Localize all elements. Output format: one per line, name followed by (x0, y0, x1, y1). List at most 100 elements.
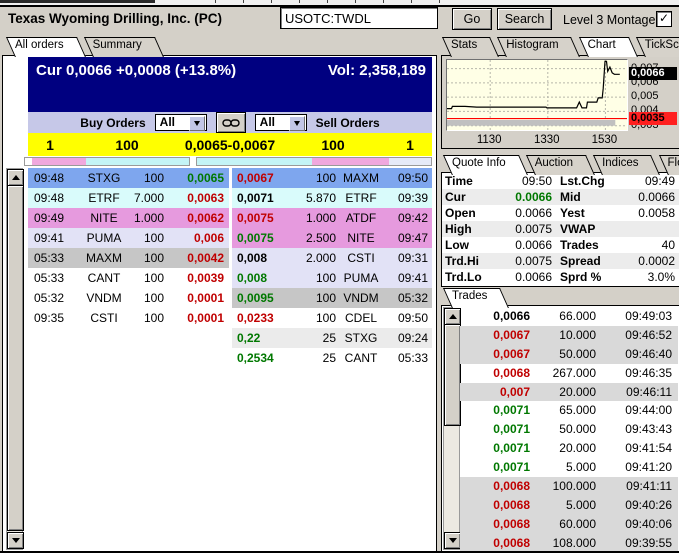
scroll-down-icon[interactable] (444, 532, 461, 549)
orders-tab-bar: All orders Summary (6, 37, 162, 55)
tab-label: Histogram (506, 39, 559, 51)
bid-row[interactable]: 05:32 VNDM 100 0,0001 (28, 288, 229, 308)
bid-row[interactable]: 09:48 ETRF 7.000 0,0063 (28, 188, 229, 208)
bid-row[interactable]: 05:33 CANT 100 0,0039 (28, 268, 229, 288)
trades-scrollbar[interactable] (443, 307, 461, 550)
bid-mm: CSTI (90, 311, 118, 325)
tab-indices[interactable]: Indices (593, 155, 658, 175)
chevron-down-icon[interactable] (288, 116, 305, 131)
trade-price: 0,0068 (493, 535, 530, 550)
quote-value: 0.0066 (515, 190, 552, 204)
trade-price: 0,0068 (493, 516, 530, 531)
search-button[interactable]: Search (497, 8, 552, 30)
ask-row[interactable]: 0,0075 2.500 NITE 09:47 (232, 228, 432, 248)
trade-size: 108.000 (552, 535, 596, 550)
trade-row: 0,0068 5.000 09:40:26 (460, 495, 678, 515)
bid-ask-spread: 0,0065-0,0067 (184, 136, 276, 153)
trade-row: 0,0068 267.000 09:46:35 (460, 364, 678, 383)
ask-mm: PUMA (343, 271, 379, 285)
bid-time: 09:48 (34, 171, 65, 185)
montage-panel: Cur 0,0066 +0,0008 (+13.8%) Vol: 2,358,1… (2, 55, 437, 553)
scroll-down-icon[interactable] (7, 532, 24, 549)
trade-price: 0,0071 (493, 403, 530, 418)
analysis-tab-bar: Stats Histogram Chart TickScope (442, 37, 679, 55)
trade-row: 0,0071 65.000 09:44:00 (460, 401, 678, 420)
ask-row[interactable]: 0,0075 1.000 ATDF 09:42 (232, 208, 432, 228)
ask-count: 1 (406, 136, 414, 153)
quote-label: Mid (560, 190, 581, 204)
quote-value: 09:50 (521, 174, 552, 188)
tab-label: Summary (92, 39, 142, 51)
bid-row[interactable]: 09:41 PUMA 100 0,006 (28, 228, 229, 248)
quote-value (618, 221, 679, 237)
ask-row[interactable]: 0,2534 25 CANT 05:33 (232, 348, 432, 368)
montage-checkbox[interactable]: ✓ (656, 11, 672, 27)
go-button[interactable]: Go (452, 8, 492, 30)
ask-price: 0,0075 (237, 231, 274, 245)
tab-label: Flow (667, 157, 679, 169)
ask-price: 0,0067 (237, 171, 274, 185)
ask-row[interactable]: 0,008 100 PUMA 09:41 (232, 268, 432, 288)
ask-price: 0,0071 (237, 191, 274, 205)
ask-row[interactable]: 0,0071 5.870 ETRF 09:39 (232, 188, 432, 208)
tab-stats[interactable]: Stats (442, 37, 497, 57)
ask-row[interactable]: 0,0233 100 CDEL 09:50 (232, 308, 432, 328)
ask-row[interactable]: 0,0095 100 VNDM 05:32 (232, 288, 432, 308)
ask-row[interactable]: 0,008 2.000 CSTI 09:31 (232, 248, 432, 268)
trade-price: 0,0071 (493, 460, 530, 475)
tab-summary[interactable]: Summary (84, 37, 162, 57)
trade-row: 0,0068 60.000 09:40:06 (460, 514, 678, 534)
ask-size: 100 (315, 291, 336, 305)
ask-price: 0,0095 (237, 291, 274, 305)
bid-row[interactable]: 09:48 STXG 100 0,0065 (28, 168, 229, 188)
tab-trades[interactable]: Trades (443, 288, 507, 308)
bid-row[interactable]: 09:49 NITE 1.000 0,0062 (28, 208, 229, 228)
ask-time: 09:39 (397, 191, 428, 205)
link-filters-button[interactable] (215, 112, 246, 133)
symbol-input[interactable] (280, 7, 438, 29)
ask-row[interactable]: 0,22 25 STXG 09:24 (232, 328, 432, 348)
tab-all-orders[interactable]: All orders (6, 37, 84, 57)
bid-mm: PUMA (86, 231, 122, 245)
sell-filter-dropdown[interactable]: All (254, 114, 307, 131)
scrollbar-thumb[interactable] (444, 324, 461, 426)
bid-price: 0,0001 (187, 311, 224, 325)
tab-label: Quote Info (452, 157, 506, 169)
depth-pressure-bars (3, 157, 436, 166)
buy-filter-dropdown[interactable]: All (154, 114, 207, 131)
bid-time: 05:33 (34, 251, 65, 265)
volume-readout: Vol: 2,358,189 (327, 62, 426, 79)
ask-mm: CSTI (347, 251, 375, 265)
tab-chart[interactable]: Chart (579, 37, 636, 57)
tab-quote-info[interactable]: Quote Info (443, 155, 526, 175)
trades-panel: 0,0066 66.000 09:49:03 0,0067 10.000 09:46:52… (441, 305, 679, 553)
tab-auction[interactable]: Auction (526, 155, 593, 175)
tab-tickscope[interactable]: TickScope (636, 37, 679, 57)
quote-label: VWAP (560, 222, 596, 236)
ask-mm: MAXM (343, 171, 379, 185)
trade-price: 0,0071 (493, 422, 530, 437)
quote-label: Trd.Hi (445, 254, 480, 268)
quote-label: Trades (560, 238, 599, 252)
ask-mm: VNDM (343, 291, 379, 305)
bid-size: 100 (143, 271, 164, 285)
ask-size: 100 (321, 136, 345, 153)
trade-size: 20.000 (559, 384, 596, 399)
trade-price: 0,0067 (493, 346, 530, 361)
chevron-down-icon[interactable] (188, 116, 205, 131)
scrollbar-thumb[interactable] (7, 185, 24, 531)
ask-mm: CANT (344, 351, 378, 365)
quote-value: 0.0066 (515, 238, 552, 252)
ask-price: 0,2534 (237, 351, 274, 365)
tab-histogram[interactable]: Histogram (497, 37, 578, 57)
bid-row[interactable]: 09:35 CSTI 100 0,0001 (28, 308, 229, 328)
quote-value: 0.0066 (638, 190, 675, 204)
ask-size: 2.500 (305, 231, 336, 245)
tab-flow[interactable]: Flow (659, 155, 679, 175)
scroll-up-icon[interactable] (7, 169, 24, 186)
ask-order-list: 0,0067 100 MAXM 09:50 0,0071 5.870 ETRF 09:39 0,… (232, 168, 432, 368)
montage-scrollbar[interactable] (6, 168, 24, 550)
bid-row[interactable]: 05:33 MAXM 100 0,0042 (28, 248, 229, 268)
ask-row[interactable]: 0,0067 100 MAXM 09:50 (232, 168, 432, 188)
scroll-up-icon[interactable] (444, 308, 461, 325)
